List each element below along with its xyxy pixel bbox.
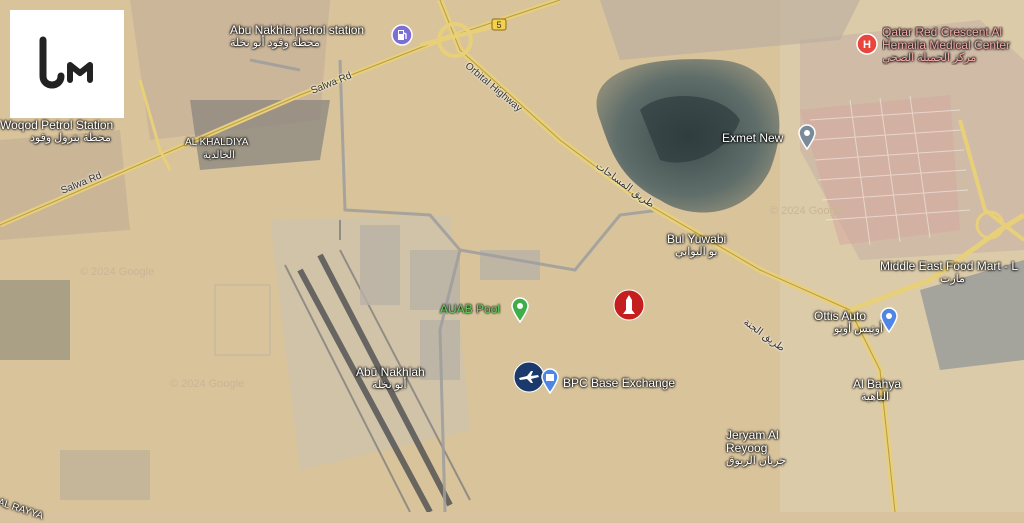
map-watermark: © 2024 Google (170, 378, 245, 390)
pin-icon[interactable] (510, 297, 530, 328)
missile-icon[interactable] (613, 289, 645, 326)
pin-icon[interactable] (797, 124, 817, 155)
place-auab-pool[interactable]: AUAB Pool (440, 303, 500, 316)
place-jeryam-al-reyoog: Jeryam Al Reyoog جريان الريوق (726, 428, 787, 468)
brand-logo[interactable] (10, 10, 124, 118)
pin-icon[interactable] (879, 307, 899, 338)
brand-logo-icon (39, 36, 93, 89)
place-woqod-petrol[interactable]: Woqod Petrol Station محطة بترول وقود (0, 119, 113, 145)
place-abu-nakhlah: Abū Nakhlah أبو نخلة (356, 365, 425, 392)
place-al-khaldiya: AL KHALDIYA الخالدية (185, 137, 249, 161)
place-ottis-auto[interactable]: Ottis Auto أوتيس أوتو (814, 310, 883, 336)
place-bul-yuwabi: Bul Yuwabi بو اليوابي (667, 232, 727, 259)
place-al-bahya: Al Bahya الباهية (853, 377, 902, 404)
place-qatar-red-crescent[interactable]: Qatar Red Crescent Al Hemaila Medical Ce… (882, 26, 1024, 65)
place-bpc-base-exchange[interactable]: BPC Base Exchange (563, 377, 675, 390)
map-watermark: © 2024 Google (770, 205, 845, 217)
place-abu-nakhla-petrol[interactable]: Abu Nakhla petrol station محطة وقود أبو … (230, 24, 364, 50)
place-exmet-new[interactable]: Exmet New (722, 132, 783, 145)
hospital-icon[interactable]: H (856, 33, 878, 60)
place-middle-east-food-mart[interactable]: Middle East Food Mart - L مارت (880, 260, 1024, 286)
svg-text:H: H (863, 39, 871, 51)
fuel-pump-icon[interactable] (391, 24, 413, 51)
route-number: 5 (496, 20, 501, 30)
map-watermark: © 2024 Google (80, 266, 155, 278)
satellite-map[interactable]: 5 (0, 0, 1024, 512)
shopping-bag-icon[interactable] (540, 368, 560, 399)
